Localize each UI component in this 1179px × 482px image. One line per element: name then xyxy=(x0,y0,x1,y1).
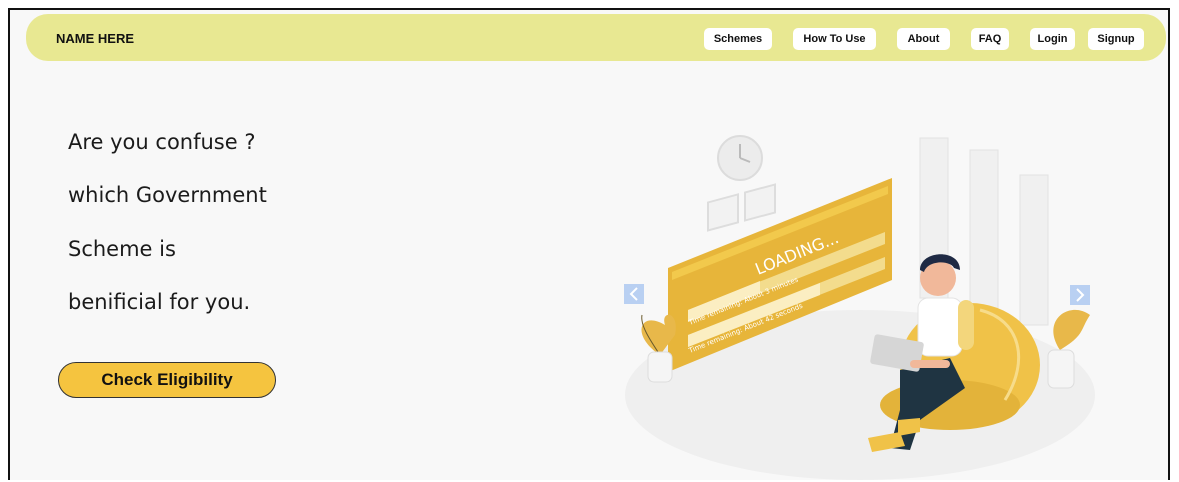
loading-illustration: LOADING... Time remaining: About 3 minut… xyxy=(625,135,1095,480)
nav-signup[interactable]: Signup xyxy=(1088,28,1144,50)
picture-frames xyxy=(707,183,776,232)
hero-line-2: which Government xyxy=(68,183,267,207)
clock-icon xyxy=(717,135,763,181)
navbar: NAME HERE Schemes How To Use About FAQ L… xyxy=(26,14,1166,61)
hero-line-3: Scheme is xyxy=(68,237,176,261)
nav-faq[interactable]: FAQ xyxy=(971,28,1009,50)
nav-how-to-use[interactable]: How To Use xyxy=(793,28,876,50)
hero-line-1: Are you confuse ? xyxy=(68,130,256,154)
check-eligibility-button[interactable]: Check Eligibility xyxy=(58,362,276,398)
nav-about[interactable]: About xyxy=(897,28,950,50)
page-frame: NAME HERE Schemes How To Use About FAQ L… xyxy=(8,8,1170,480)
hero-line-4: benificial for you. xyxy=(68,290,251,314)
nav-login[interactable]: Login xyxy=(1030,28,1075,50)
brand-name[interactable]: NAME HERE xyxy=(56,31,134,46)
nav-schemes[interactable]: Schemes xyxy=(704,28,772,50)
